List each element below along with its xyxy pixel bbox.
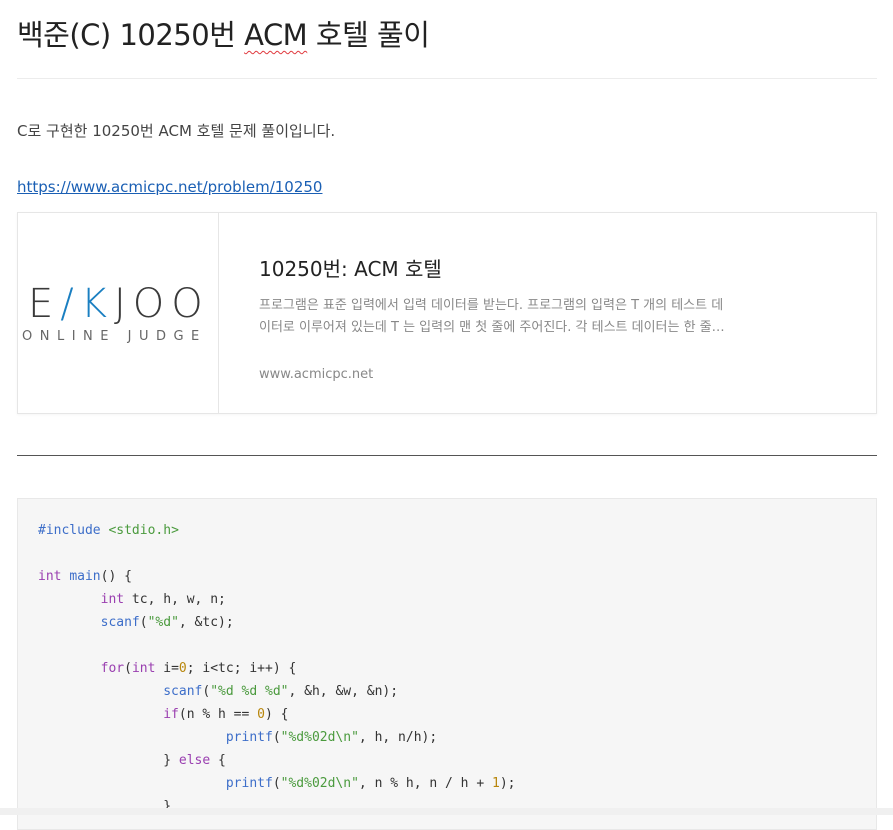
link-preview-card[interactable]: E/KJOO ONLINE JUDGE 10250번: ACM 호텔 프로그램은… <box>17 212 877 414</box>
card-description: 프로그램은 표준 입력에서 입력 데이터를 받는다. 프로그램의 입력은 T 개… <box>259 298 724 335</box>
section-divider <box>17 455 877 456</box>
code-content: #include <stdio.h> int main() { int tc, … <box>38 523 516 814</box>
post-title-prefix: 백준(C) 10250번 <box>17 18 245 52</box>
problem-link[interactable]: https://www.acmicpc.net/problem/10250 <box>17 178 322 196</box>
logo-letter-e: E <box>28 281 61 327</box>
card-thumbnail: E/KJOO ONLINE JUDGE <box>18 213 219 413</box>
card-title[interactable]: 10250번: ACM 호텔 <box>259 253 442 282</box>
logo-letters-joo: JOO <box>114 281 210 327</box>
intro-text: C로 구현한 10250번 ACM 호텔 문제 풀이입니다. <box>17 122 336 140</box>
card-url: www.acmicpc.net <box>259 367 374 382</box>
code-block: #include <stdio.h> int main() { int tc, … <box>17 498 877 830</box>
logo-letter-k: /K <box>60 281 114 327</box>
post-title: 백준(C) 10250번 ACM 호텔 풀이 <box>17 12 430 54</box>
site-logo: E/KJOO <box>28 281 218 327</box>
post-title-acm: ACM <box>244 18 308 52</box>
post-title-suffix: 호텔 풀이 <box>307 18 430 52</box>
title-divider <box>17 78 877 79</box>
logo-subtitle: ONLINE JUDGE <box>22 329 207 344</box>
horizontal-scrollbar[interactable] <box>0 808 893 815</box>
